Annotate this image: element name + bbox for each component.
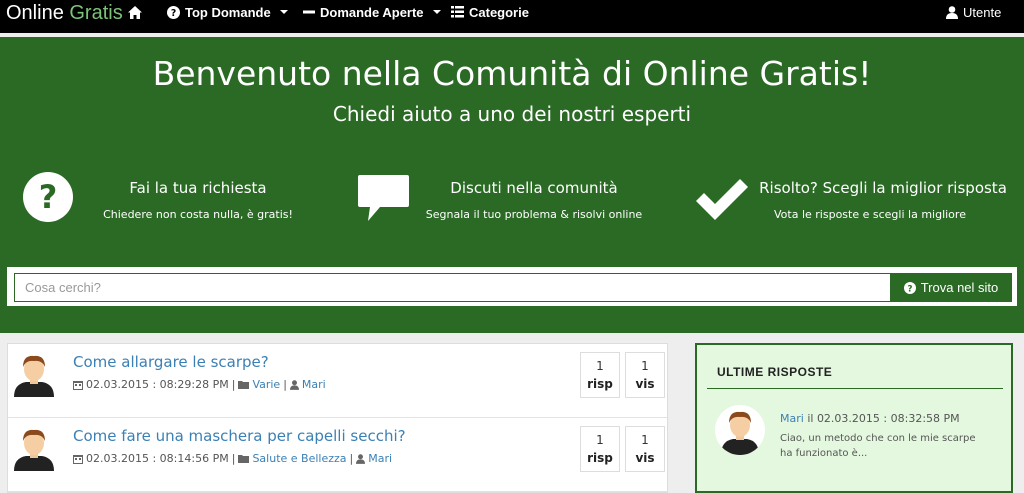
question-category-link[interactable]: Varie xyxy=(252,378,280,391)
nav-categorie[interactable]: Categorie xyxy=(451,3,529,21)
feature-title-2: Discuti nella comunità xyxy=(450,179,618,197)
hero-subtitle: Chiedi aiuto a uno dei nostri esperti xyxy=(332,102,692,126)
separator: | xyxy=(283,378,287,391)
svg-text:?: ? xyxy=(39,178,58,216)
question-circle-icon: ? xyxy=(23,172,73,222)
question-row: Come fare una maschera per capelli secch… xyxy=(8,418,667,492)
brand-name-part2: Gratis xyxy=(69,2,123,24)
svg-text:?: ? xyxy=(171,8,176,19)
calendar-icon xyxy=(73,380,83,390)
svg-text:?: ? xyxy=(907,284,912,294)
user-icon xyxy=(289,379,299,390)
nav-utente[interactable]: Utente xyxy=(946,3,1001,21)
answers-count: 1 risp xyxy=(580,426,620,472)
search-button-label: Trova nel sito xyxy=(920,280,999,295)
user-icon xyxy=(946,5,958,19)
hero-banner: Benvenuto nella Comunità di Online Grati… xyxy=(0,37,1024,333)
question-user-link[interactable]: Mari xyxy=(368,452,392,465)
answers-count-value: 1 xyxy=(596,433,604,447)
minus-icon xyxy=(303,10,315,14)
avatar xyxy=(14,429,54,471)
latest-answers-title: ULTIME RISPOSTE xyxy=(717,365,833,379)
latest-answer-meta: Mari il 02.03.2015 : 08:32:58 PM xyxy=(780,412,960,425)
chevron-down-icon xyxy=(432,10,441,14)
feature-title-1: Fai la tua richiesta xyxy=(129,179,267,197)
search-button[interactable]: ? Trova nel sito xyxy=(890,273,1012,302)
nav-utente-label: Utente xyxy=(963,4,1002,20)
latest-answer-il: il xyxy=(807,412,814,425)
feature-desc-2: Segnala il tuo problema & risolvi online xyxy=(425,208,643,221)
checkmark-icon xyxy=(696,179,748,220)
calendar-icon xyxy=(73,454,83,464)
separator: | xyxy=(231,378,236,391)
question-category-link[interactable]: Salute e Bellezza xyxy=(252,452,346,465)
latest-answer-text[interactable]: Ciao, un metodo che con le mie scarpe ha… xyxy=(780,431,980,461)
separator: | xyxy=(231,452,236,465)
question-row: Come allargare le scarpe? 02.03.2015 : 0… xyxy=(8,344,667,418)
top-navbar: Online Gratis ? Top Domande Domande Aper… xyxy=(0,0,1024,33)
home-icon xyxy=(128,5,142,19)
question-meta: 02.03.2015 : 08:29:28 PM | Varie | Mari xyxy=(73,378,326,391)
divider xyxy=(707,388,1003,389)
latest-answer-user-link[interactable]: Mari xyxy=(780,412,804,425)
brand-logo[interactable]: Online Gratis xyxy=(6,2,123,25)
search-bar: ? Trova nel sito xyxy=(7,267,1017,306)
question-date: 02.03.2015 : 08:29:28 PM xyxy=(86,378,229,391)
folder-icon xyxy=(238,381,250,389)
views-count: 1 vis xyxy=(625,352,665,398)
folder-icon xyxy=(238,455,250,463)
latest-answers-panel: ULTIME RISPOSTE Mari il 02.03.2015 : 08:… xyxy=(695,343,1013,493)
views-count-value: 1 xyxy=(641,433,649,447)
answers-count-label: risp xyxy=(587,451,613,465)
question-circle-icon: ? xyxy=(167,5,180,19)
home-link[interactable] xyxy=(128,3,142,21)
question-list: Come allargare le scarpe? 02.03.2015 : 0… xyxy=(7,343,668,493)
avatar xyxy=(715,405,765,455)
question-date: 02.03.2015 : 08:14:56 PM xyxy=(86,452,229,465)
views-count-value: 1 xyxy=(641,359,649,373)
speech-bubble-icon xyxy=(358,175,409,221)
user-icon xyxy=(356,453,366,464)
question-title[interactable]: Come fare una maschera per capelli secch… xyxy=(73,427,406,445)
nav-top-domande-label: Top Domande xyxy=(185,4,271,20)
feature-title-3: Risolto? Scegli la miglior risposta xyxy=(759,179,1007,197)
feature-desc-1: Chiedere non costa nulla, è gratis! xyxy=(103,208,293,221)
nav-top-domande[interactable]: ? Top Domande xyxy=(167,3,288,21)
views-count-label: vis xyxy=(635,377,655,391)
hero-title: Benvenuto nella Comunità di Online Grati… xyxy=(152,54,872,93)
answers-count-value: 1 xyxy=(596,359,604,373)
answers-count-label: risp xyxy=(587,377,613,391)
question-user-link[interactable]: Mari xyxy=(302,378,326,391)
feature-desc-3: Vota le risposte e scegli la migliore xyxy=(774,208,966,221)
avatar xyxy=(14,355,54,397)
chevron-down-icon xyxy=(279,10,288,14)
latest-answer-date: 02.03.2015 : 08:32:58 PM xyxy=(816,412,960,425)
brand-name-part1: Online xyxy=(6,2,64,24)
views-count-label: vis xyxy=(635,451,655,465)
question-title[interactable]: Come allargare le scarpe? xyxy=(73,353,269,371)
list-icon xyxy=(451,6,464,18)
nav-domande-aperte[interactable]: Domande Aperte xyxy=(303,3,441,21)
question-meta: 02.03.2015 : 08:14:56 PM | Salute e Bell… xyxy=(73,452,392,465)
views-count: 1 vis xyxy=(625,426,665,472)
separator: | xyxy=(349,452,354,465)
nav-categorie-label: Categorie xyxy=(469,4,529,20)
question-circle-icon: ? xyxy=(903,281,916,294)
answers-count: 1 risp xyxy=(580,352,620,398)
nav-domande-aperte-label: Domande Aperte xyxy=(320,4,424,20)
search-input[interactable] xyxy=(14,273,890,302)
